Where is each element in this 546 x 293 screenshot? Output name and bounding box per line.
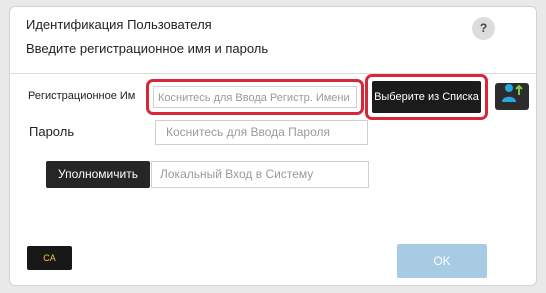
login-name-input-highlight[interactable]: Коснитесь для Ввода Регистр. Имени <box>146 79 364 115</box>
ok-button[interactable]: OK <box>397 244 487 278</box>
authority-field: Локальный Вход в Систему <box>151 161 369 188</box>
login-name-input[interactable]: Коснитесь для Ввода Регистр. Имени <box>153 86 357 108</box>
authority-button[interactable]: Уполномичить <box>46 161 150 188</box>
dialog-title: Идентификация Пользователя <box>26 17 212 32</box>
password-label: Пароль <box>29 124 75 139</box>
select-from-list-highlight[interactable]: Выберите из Списка <box>365 74 488 120</box>
login-name-label: Регистрационное Им <box>28 90 136 102</box>
user-add-icon <box>502 84 523 102</box>
select-from-list-button[interactable]: Выберите из Списка <box>372 81 481 113</box>
user-add-button[interactable] <box>495 83 529 110</box>
help-button[interactable]: ? <box>472 17 495 40</box>
ca-button[interactable]: CA <box>27 246 72 270</box>
dialog-subtitle: Введите регистрационное имя и пароль <box>26 41 269 56</box>
password-input[interactable]: Коснитесь для Ввода Пароля <box>155 120 368 145</box>
